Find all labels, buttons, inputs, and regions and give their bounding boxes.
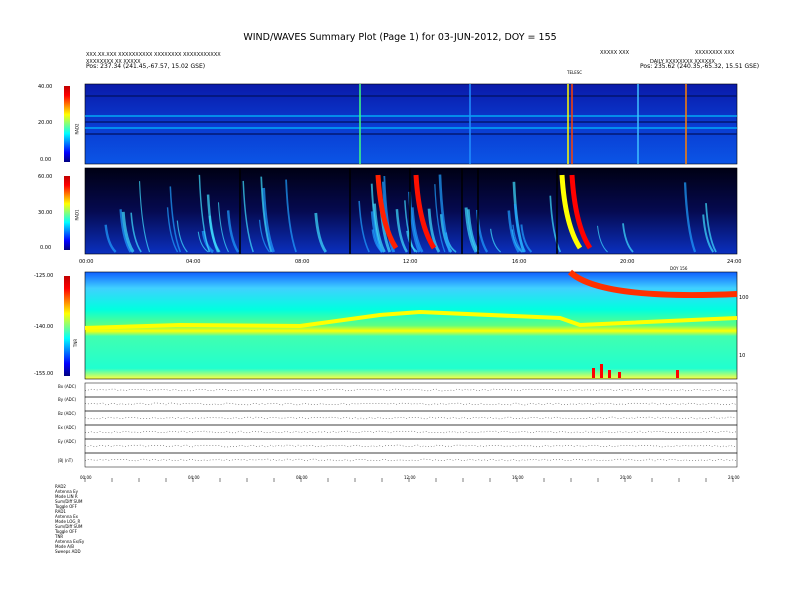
line-trace xyxy=(84,402,737,406)
line-trace xyxy=(84,444,737,448)
tnr-intense xyxy=(676,370,679,378)
line-trace xyxy=(84,416,737,420)
line-panel-frame xyxy=(84,410,738,426)
line-panel-frame xyxy=(84,424,738,440)
line-trace xyxy=(84,388,737,392)
tnr-intense xyxy=(618,372,621,378)
tnr-intense xyxy=(600,364,603,378)
tnr-intense xyxy=(592,368,595,378)
line-panel-frame xyxy=(84,382,738,398)
line-panel-frame xyxy=(84,438,738,454)
tnr-intense xyxy=(608,370,611,378)
line-panel-frame xyxy=(84,452,738,468)
line-trace xyxy=(84,458,737,462)
summary-plot-svg xyxy=(84,83,738,482)
line-trace xyxy=(84,430,737,434)
